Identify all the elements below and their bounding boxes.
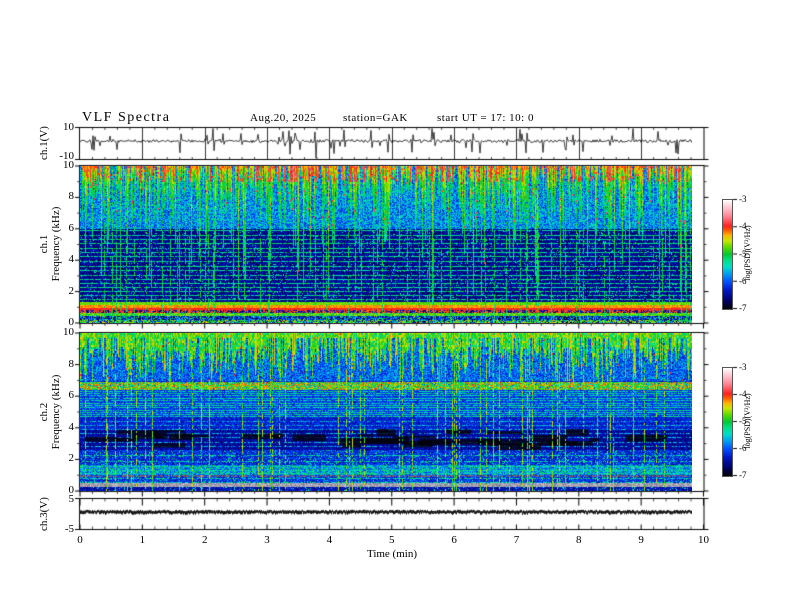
x-tick-label: 0 [77, 534, 83, 546]
ch1-spectrogram [80, 166, 692, 323]
x-tick-label: 1 [139, 534, 146, 546]
colorbar2-tick-label: -3 [739, 362, 747, 372]
spec1-y-axis-label: ch.1 Frequency (kHz) [38, 159, 62, 329]
ch3v-ytick-label: -5 [64, 522, 74, 535]
colorbar1-tick-label: -7 [739, 303, 747, 313]
colorbar2-tick-label: -5 [739, 416, 747, 426]
colorbar-ch2 [722, 367, 733, 477]
ch3v-ytick-label: 5 [68, 492, 75, 505]
spec2-ytick-label: 8 [68, 357, 75, 370]
spec2-channel-text: ch.2 [38, 402, 50, 422]
spec1-ytick-label: 10 [63, 159, 74, 171]
x-tick-label: 10 [698, 534, 709, 546]
x-tick-label: 9 [638, 534, 644, 546]
spec1-ytick-label: 4 [68, 253, 75, 266]
x-tick-label: 2 [201, 534, 208, 546]
spec2-frequency-text: Frequency (kHz) [50, 374, 62, 450]
colorbar1-tick-label: -3 [739, 194, 747, 204]
time-axis-label: Time (min) [366, 548, 417, 560]
spec1-frequency-text: Frequency (kHz) [50, 206, 62, 282]
x-tick-label: 8 [576, 534, 582, 546]
x-tick-label: 3 [264, 534, 270, 546]
spec1-channel-text: ch.1 [38, 234, 50, 254]
x-tick-label: 7 [513, 534, 520, 546]
vlf-spectra-figure: VLF Spectra Aug.20, 2025 station=GAK sta… [0, 0, 792, 612]
spec2-y-axis-label: ch.2 Frequency (kHz) [38, 327, 62, 497]
ch1-waveform-plot [80, 128, 692, 159]
x-tick-label: 5 [389, 534, 395, 546]
ch1v-ytick-label: 10 [63, 121, 74, 133]
colorbar-ch1 [722, 199, 733, 310]
colorbar1-tick-label: -6 [739, 275, 747, 286]
ch3-waveform-plot [80, 508, 692, 518]
spec2-ytick-label: 10 [63, 326, 74, 338]
spec1-ytick-label: 6 [68, 221, 75, 234]
spec2-ytick-label: 2 [68, 452, 75, 465]
colorbar1-tick-label: -5 [739, 248, 747, 259]
spec1-ytick-label: 2 [68, 284, 75, 297]
ch2-spectrogram [80, 333, 692, 491]
colorbar2-tick-label: -4 [739, 389, 747, 399]
spec1-ytick-label: 8 [68, 190, 75, 203]
x-tick-label: 6 [451, 534, 457, 546]
spec2-ytick-label: 4 [68, 420, 75, 433]
colorbar1-tick-label: -4 [739, 221, 747, 232]
spec2-ytick-label: 6 [68, 389, 75, 402]
x-tick-label: 4 [326, 534, 333, 546]
colorbar2-tick-label: -7 [739, 470, 747, 480]
colorbar2-tick-label: -6 [739, 443, 747, 453]
